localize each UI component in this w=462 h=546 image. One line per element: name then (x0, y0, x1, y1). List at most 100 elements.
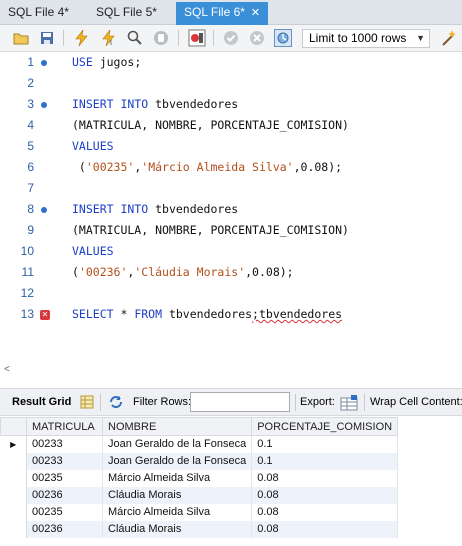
auto-commit-icon[interactable] (274, 29, 292, 47)
sql-string: 'Cláudia Morais' (134, 265, 246, 279)
sql-keyword: INSERT INTO (72, 202, 149, 216)
table-cell[interactable]: 0.08 (251, 469, 399, 487)
result-grid-label[interactable]: Result Grid (12, 396, 71, 408)
tab-sql-file-6[interactable]: SQL File 6* ✕ (176, 2, 269, 25)
filter-rows-input[interactable] (190, 392, 290, 412)
code-text: ('00235','Márcio Almeida Silva',0.08); (72, 157, 342, 178)
table-cell[interactable]: 00235 (26, 503, 103, 521)
toolbar-separator (213, 30, 214, 46)
code-line[interactable]: 7 (0, 178, 462, 199)
table-cell[interactable]: Joan Geraldo de la Fonseca (102, 452, 253, 470)
scroll-left-icon[interactable]: < (4, 364, 10, 375)
rollback-icon[interactable] (248, 29, 266, 47)
table-cell[interactable]: 00235 (26, 469, 103, 487)
sql-editor[interactable]: 1 USE jugos; 2 3 INSERT INTO tbvendedores 4 (M… (0, 52, 462, 352)
table-cell[interactable]: 0.08 (251, 520, 399, 538)
sql-text: tbvendedores (162, 307, 253, 321)
table-row[interactable]: ▶ 00233 Joan Geraldo de la Fonseca 0.1 (0, 435, 399, 453)
table-cell[interactable]: 0.1 (251, 435, 399, 453)
line-number: 8 (27, 202, 34, 216)
svg-text:I: I (110, 40, 112, 46)
execute-current-icon[interactable]: I (100, 29, 118, 47)
line-number: 11 (21, 265, 34, 279)
table-cell[interactable]: 00233 (26, 435, 103, 453)
toolbar-separator (178, 30, 179, 46)
row-selector[interactable] (0, 520, 27, 538)
sql-text: jugos; (92, 55, 142, 69)
row-selector[interactable] (0, 503, 27, 521)
column-header-matricula[interactable]: MATRICULA (26, 417, 103, 436)
table-cell[interactable]: 0.08 (251, 503, 399, 521)
tab-label: SQL File 4* (8, 5, 69, 19)
toolbar-separator (364, 394, 365, 411)
code-line[interactable]: 2 (0, 73, 462, 94)
commit-icon[interactable] (222, 29, 240, 47)
stop-icon[interactable] (152, 29, 170, 47)
error-marker-icon: ✕ (40, 309, 50, 320)
limit-rows-value: Limit to 1000 rows (309, 31, 407, 45)
table-cell[interactable]: 0.08 (251, 486, 399, 504)
table-cell[interactable]: Cláudia Morais (102, 486, 253, 504)
explain-icon[interactable] (126, 29, 144, 47)
code-line[interactable]: 12 (0, 283, 462, 304)
limit-rows-select[interactable]: Limit to 1000 rows ▼ (302, 29, 430, 48)
sql-keyword: USE (72, 55, 93, 69)
beautify-icon[interactable] (440, 29, 458, 47)
table-row[interactable]: 00235 Márcio Almeida Silva 0.08 (0, 469, 399, 487)
current-row-icon[interactable]: ▶ (0, 435, 27, 453)
wrap-cell-content-label: Wrap Cell Content: (370, 396, 462, 408)
sql-text: ,0.08); (245, 265, 294, 279)
line-number: 7 (27, 181, 34, 195)
tab-sql-file-5[interactable]: SQL File 5* (88, 2, 165, 24)
save-icon[interactable] (38, 29, 56, 47)
table-row[interactable]: 00236 Cláudia Morais 0.08 (0, 520, 399, 538)
code-line[interactable]: 3 INSERT INTO tbvendedores (0, 94, 462, 115)
result-toolbar: Result Grid Filter Rows: Export: Wrap Ce… (0, 388, 462, 416)
table-row[interactable]: 00236 Cláudia Morais 0.08 (0, 486, 399, 504)
sql-text: ( (72, 265, 79, 279)
open-folder-icon[interactable] (12, 29, 30, 47)
table-cell[interactable]: Márcio Almeida Silva (102, 503, 253, 521)
table-cell[interactable]: 00236 (26, 520, 103, 538)
table-row[interactable]: 00235 Márcio Almeida Silva 0.08 (0, 503, 399, 521)
code-line[interactable]: 6 ('00235','Márcio Almeida Silva',0.08); (0, 157, 462, 178)
row-selector[interactable] (0, 486, 27, 504)
code-line[interactable]: 13 ✕ SELECT * FROM tbvendedores;tbvendedor… (0, 304, 462, 325)
table-cell[interactable]: 00233 (26, 452, 103, 470)
sql-string: '00235' (85, 160, 135, 174)
column-header-porcentaje-comision[interactable]: PORCENTAJE_COMISION (251, 417, 399, 436)
row-selector[interactable] (0, 469, 27, 487)
result-grid[interactable]: MATRICULA NOMBRE PORCENTAJE_COMISION ▶ 00… (0, 416, 462, 546)
code-line[interactable]: 11 ('00236','Cláudia Morais',0.08); (0, 262, 462, 283)
table-cell[interactable]: 0.1 (251, 452, 399, 470)
grid-layout-icon[interactable] (80, 395, 94, 412)
table-cell[interactable]: Márcio Almeida Silva (102, 469, 253, 487)
code-line[interactable]: 8 INSERT INTO tbvendedores (0, 199, 462, 220)
row-selector[interactable] (0, 452, 27, 470)
execute-icon[interactable] (72, 29, 90, 47)
table-cell[interactable]: Joan Geraldo de la Fonseca (102, 435, 253, 453)
editor-horizontal-scrollbar[interactable]: < (0, 362, 462, 378)
sql-text: ,0.08); (293, 160, 343, 174)
refresh-icon[interactable] (108, 395, 124, 412)
code-line[interactable]: 9 (MATRICULA, NOMBRE, PORCENTAJE_COMISION… (0, 220, 462, 241)
sql-keyword: VALUES (72, 244, 114, 258)
export-icon[interactable] (340, 395, 358, 414)
line-number: 9 (27, 223, 34, 237)
code-text: INSERT INTO tbvendedores (72, 199, 238, 220)
code-line[interactable]: 1 USE jugos; (0, 52, 462, 73)
table-row[interactable]: 00233 Joan Geraldo de la Fonseca 0.1 (0, 452, 399, 470)
code-line[interactable]: 4 (MATRICULA, NOMBRE, PORCENTAJE_COMISION… (0, 115, 462, 136)
close-tab-icon[interactable]: ✕ (251, 3, 260, 23)
tab-sql-file-4[interactable]: SQL File 4* (0, 2, 77, 24)
line-number: 12 (20, 286, 34, 300)
toolbar-separator (100, 394, 101, 411)
table-cell[interactable]: Cláudia Morais (102, 520, 253, 538)
code-line[interactable]: 5 VALUES (0, 136, 462, 157)
line-number: 4 (27, 118, 34, 132)
column-header-nombre[interactable]: NOMBRE (101, 417, 253, 436)
table-cell[interactable]: 00236 (26, 486, 103, 504)
toggle-output-icon[interactable] (188, 29, 206, 47)
code-line[interactable]: 10 VALUES (0, 241, 462, 262)
code-text: (MATRICULA, NOMBRE, PORCENTAJE_COMISION) (72, 220, 349, 241)
